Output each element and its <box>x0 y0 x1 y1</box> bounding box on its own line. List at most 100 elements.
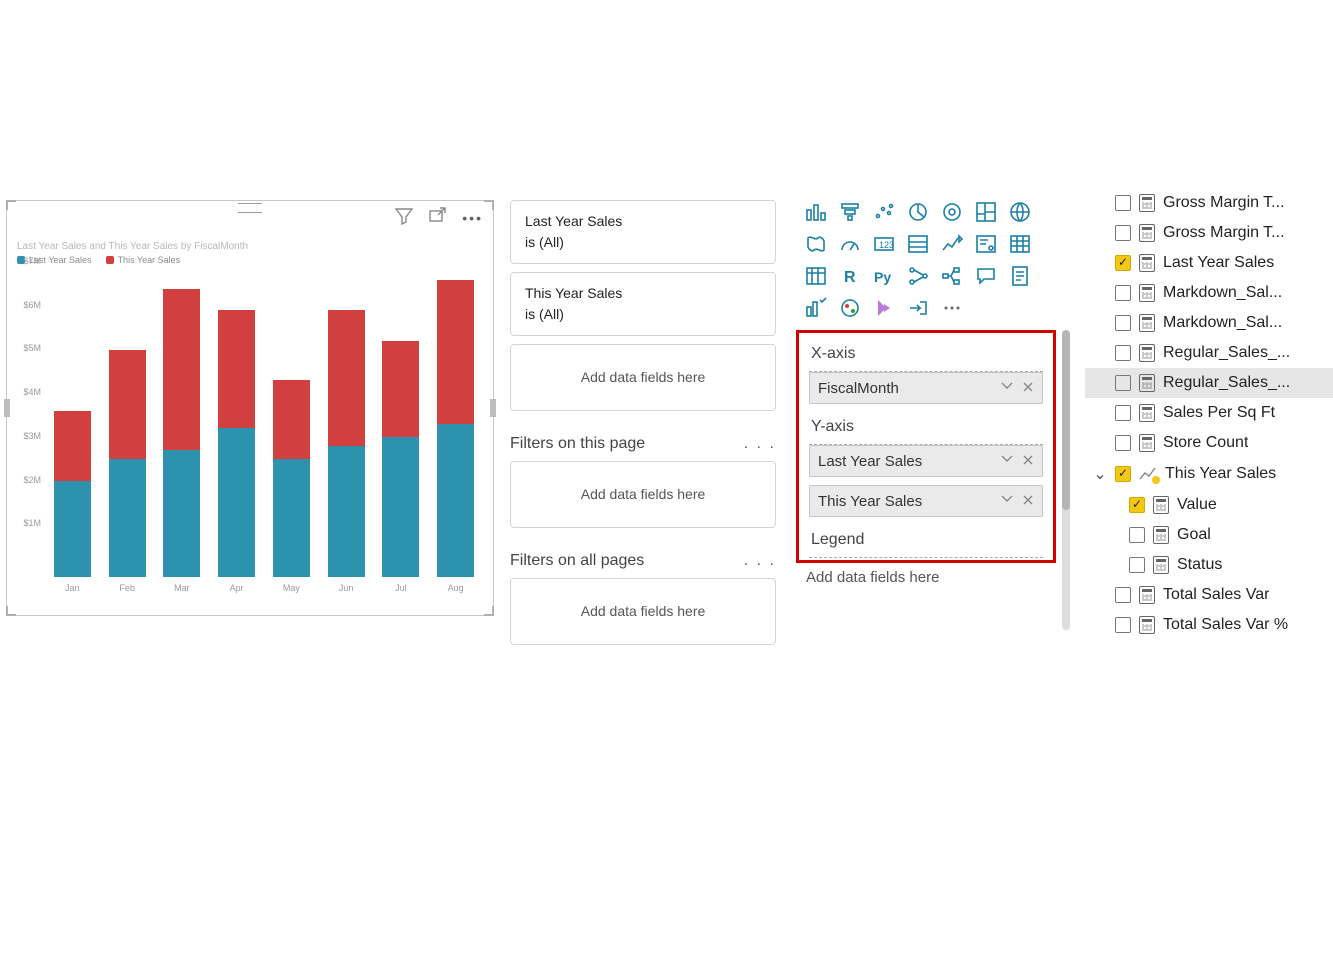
well-xaxis-label: X-axis <box>805 339 1047 371</box>
field-row[interactable]: Value <box>1085 490 1333 520</box>
field-checkbox[interactable] <box>1115 225 1131 241</box>
measure-icon <box>1139 224 1155 242</box>
resize-handle-left[interactable] <box>4 399 10 417</box>
remove-icon[interactable] <box>1022 453 1034 470</box>
resize-corner-bl[interactable] <box>6 606 16 616</box>
filter-state: is (All) <box>525 304 761 325</box>
resize-corner-tl[interactable] <box>6 200 16 210</box>
field-checkbox[interactable] <box>1115 375 1131 391</box>
field-row[interactable]: Regular_Sales_... <box>1085 368 1333 398</box>
field-checkbox[interactable] <box>1115 617 1131 633</box>
resize-corner-br[interactable] <box>484 606 494 616</box>
measure-icon <box>1139 254 1155 272</box>
viz-scatter-icon[interactable] <box>872 200 896 224</box>
field-row[interactable]: Regular_Sales_... <box>1085 338 1333 368</box>
field-checkbox[interactable] <box>1129 557 1145 573</box>
viz-smart-narrative-icon[interactable] <box>804 296 828 320</box>
field-checkbox[interactable] <box>1129 527 1145 543</box>
viz-map-icon[interactable] <box>1008 200 1032 224</box>
viz-gauge-icon[interactable] <box>838 232 862 256</box>
filters-pane: Last Year Sales is (All) This Year Sales… <box>510 200 776 653</box>
filter-dropzone[interactable]: Add data fields here <box>510 461 776 528</box>
well-legend-label: Legend <box>805 525 1047 557</box>
viz-automate-icon[interactable] <box>906 296 930 320</box>
filter-dropzone[interactable]: Add data fields here <box>510 344 776 411</box>
field-row[interactable]: Gross Margin T... <box>1085 188 1333 218</box>
viz-donut-icon[interactable] <box>940 200 964 224</box>
viz-filled-map-icon[interactable] <box>804 232 828 256</box>
viz-table-icon[interactable] <box>1008 232 1032 256</box>
viz-powerapps-icon[interactable] <box>872 296 896 320</box>
field-row[interactable]: Markdown_Sal... <box>1085 278 1333 308</box>
field-row[interactable]: Sales Per Sq Ft <box>1085 398 1333 428</box>
visual-more-icon[interactable]: ••• <box>462 210 483 226</box>
viz-treemap-icon[interactable] <box>974 200 998 224</box>
viz-qna-icon[interactable] <box>974 264 998 288</box>
field-checkbox[interactable] <box>1115 315 1131 331</box>
filters-page-more-icon[interactable]: . . . <box>744 435 776 453</box>
field-checkbox[interactable] <box>1115 345 1131 361</box>
viz-pie-icon[interactable] <box>906 200 930 224</box>
chevron-down-icon[interactable] <box>1000 379 1014 397</box>
field-row[interactable]: Last Year Sales <box>1085 248 1333 278</box>
viz-matrix-icon[interactable] <box>804 264 828 288</box>
viz-more-icon[interactable] <box>940 296 964 320</box>
viz-slicer-icon[interactable] <box>974 232 998 256</box>
measure-icon <box>1139 404 1155 422</box>
viz-decomposition-icon[interactable] <box>940 264 964 288</box>
resize-handle-right[interactable] <box>490 399 496 417</box>
viz-funnel-icon[interactable] <box>838 200 862 224</box>
viz-multirow-card-icon[interactable] <box>906 232 930 256</box>
wells-scrollbar[interactable] <box>1062 330 1070 630</box>
filter-dropzone[interactable]: Add data fields here <box>510 578 776 645</box>
measure-icon <box>1139 314 1155 332</box>
fields-list: Gross Margin T...Gross Margin T...Last Y… <box>1085 188 1333 640</box>
field-checkbox[interactable] <box>1115 587 1131 603</box>
field-checkbox[interactable] <box>1115 405 1131 421</box>
filters-all-heading: Filters on all pages <box>510 552 644 570</box>
filter-card[interactable]: Last Year Sales is (All) <box>510 200 776 264</box>
remove-icon[interactable] <box>1022 380 1034 397</box>
chevron-down-icon[interactable] <box>1000 452 1014 470</box>
field-checkbox[interactable] <box>1129 497 1145 513</box>
viz-kpi-icon[interactable] <box>940 232 964 256</box>
visualizations-palette: 123 R Py <box>796 196 1056 324</box>
field-checkbox[interactable] <box>1115 255 1131 271</box>
field-row[interactable]: Total Sales Var <box>1085 580 1333 610</box>
viz-key-influencers-icon[interactable] <box>906 264 930 288</box>
field-checkbox[interactable] <box>1115 435 1131 451</box>
measure-icon <box>1139 284 1155 302</box>
focus-mode-icon[interactable] <box>428 207 448 228</box>
filter-icon[interactable] <box>394 207 414 228</box>
legend-dropzone[interactable]: Add data fields here <box>796 563 1056 592</box>
well-item-thisyearsales[interactable]: This Year Sales <box>809 485 1043 517</box>
remove-icon[interactable] <box>1022 493 1034 510</box>
field-row[interactable]: Goal <box>1085 520 1333 550</box>
well-item-fiscalmonth[interactable]: FiscalMonth <box>809 372 1043 404</box>
field-row[interactable]: ⌄This Year Sales <box>1085 458 1333 490</box>
field-checkbox[interactable] <box>1115 195 1131 211</box>
viz-card-icon[interactable]: 123 <box>872 232 896 256</box>
field-row[interactable]: Store Count <box>1085 428 1333 458</box>
filter-card[interactable]: This Year Sales is (All) <box>510 272 776 336</box>
viz-r-visual-icon[interactable]: R <box>838 264 862 288</box>
field-row[interactable]: Gross Margin T... <box>1085 218 1333 248</box>
drag-grip[interactable] <box>238 203 262 213</box>
viz-paginated-icon[interactable] <box>1008 264 1032 288</box>
field-row[interactable]: Markdown_Sal... <box>1085 308 1333 338</box>
viz-arcgis-icon[interactable] <box>838 296 862 320</box>
resize-corner-tr[interactable] <box>484 200 494 210</box>
filters-all-more-icon[interactable]: . . . <box>744 552 776 570</box>
viz-clustered-column-icon[interactable] <box>804 200 828 224</box>
measure-icon <box>1139 616 1155 634</box>
field-checkbox[interactable] <box>1115 285 1131 301</box>
viz-py-visual-icon[interactable]: Py <box>872 264 896 288</box>
well-item-lastyearsales[interactable]: Last Year Sales <box>809 445 1043 477</box>
filter-name: Last Year Sales <box>525 211 761 232</box>
chevron-down-icon[interactable]: ⌄ <box>1093 464 1107 484</box>
chart-visual[interactable]: ••• Last Year Sales and This Year Sales … <box>6 200 494 616</box>
field-row[interactable]: Status <box>1085 550 1333 580</box>
field-checkbox[interactable] <box>1115 466 1131 482</box>
field-row[interactable]: Total Sales Var % <box>1085 610 1333 640</box>
chevron-down-icon[interactable] <box>1000 492 1014 510</box>
